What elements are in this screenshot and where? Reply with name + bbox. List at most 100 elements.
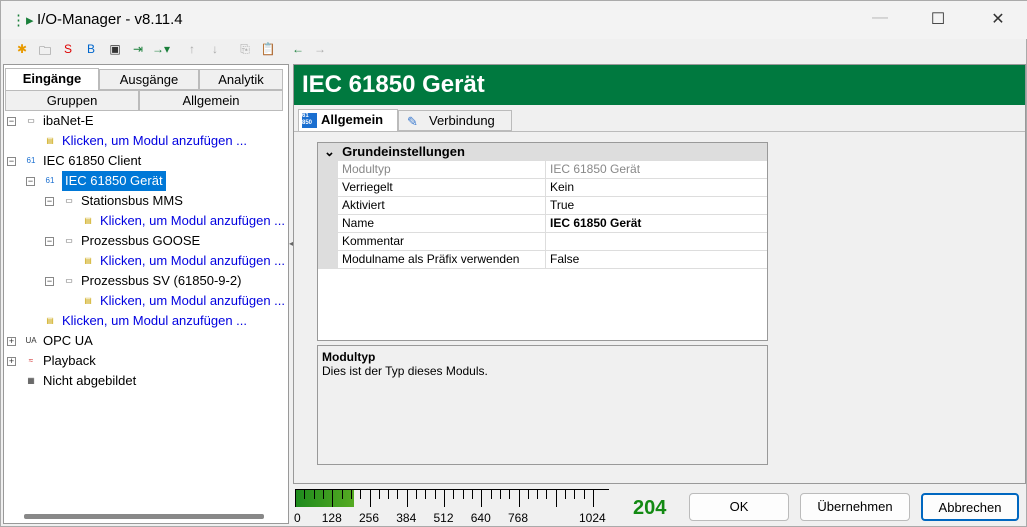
tab-allgemein-detail[interactable]: 61 850 Allgemein — [298, 109, 398, 131]
tree-item[interactable]: ▤ Klicken, um Modul anzufügen ... — [4, 211, 288, 231]
tree-item-label: IEC 61850 Client — [43, 153, 142, 168]
collapse-icon[interactable]: − — [7, 117, 16, 126]
cancel-button[interactable]: Abbrechen — [921, 493, 1019, 521]
meter-tick-label: 1024 — [579, 511, 606, 525]
meter-tick — [378, 489, 380, 499]
add-module-link[interactable]: Klicken, um Modul anzufügen ... — [62, 311, 247, 331]
open-b-icon[interactable]: B — [82, 42, 100, 60]
tree-item[interactable]: − ▭ Prozessbus SV (61850-9-2) — [4, 271, 288, 291]
app-icon: ⋮▸ — [11, 12, 34, 29]
meter-tick-label: 640 — [470, 511, 491, 525]
page-title: IEC 61850 Gerät — [294, 65, 1025, 105]
ok-button[interactable]: OK — [689, 493, 789, 521]
tab-verbindung[interactable]: ✎ Verbindung — [398, 110, 512, 131]
meter-tick — [546, 489, 548, 499]
property-name: Name — [342, 216, 375, 230]
close-button[interactable]: ✕ — [983, 9, 1013, 31]
maximize-button[interactable]: ☐ — [923, 9, 953, 31]
collapse-icon[interactable]: ⌄ — [324, 144, 335, 159]
splitter-handle[interactable]: ◂ — [289, 239, 293, 248]
network-icon: ▭ — [27, 116, 35, 125]
tab-gruppen[interactable]: Gruppen — [5, 90, 139, 111]
paste-icon[interactable]: 📋 — [259, 42, 277, 60]
meter-tick — [388, 489, 390, 499]
network-icon: ▭ — [65, 236, 73, 245]
meter-tick — [453, 489, 455, 499]
tree-item[interactable]: − 61 IEC 61850 Gerät — [4, 171, 288, 191]
tab-eingaenge[interactable]: Eingänge — [5, 68, 99, 90]
import-icon[interactable]: ⇥ — [129, 42, 147, 60]
tree-item-label: OPC UA — [43, 333, 93, 348]
minimize-button[interactable]: — — [865, 9, 895, 31]
move-up-icon[interactable]: ↑ — [183, 42, 201, 60]
apply-button[interactable]: Übernehmen — [800, 493, 910, 521]
property-value[interactable]: IEC 61850 Gerät — [545, 161, 767, 178]
tree-item-label: ibaNet-E — [43, 113, 94, 128]
add-module-icon: ▤ — [84, 216, 92, 225]
horizontal-scrollbar[interactable] — [24, 514, 264, 519]
property-row[interactable]: Modultyp IEC 61850 Gerät — [338, 161, 767, 179]
expand-icon[interactable]: + — [7, 357, 16, 366]
property-value[interactable]: Kein — [545, 179, 767, 196]
add-module-link[interactable]: Klicken, um Modul anzufügen ... — [100, 251, 285, 271]
tree-item[interactable]: ▤ Klicken, um Modul anzufügen ... — [4, 291, 288, 311]
meter-tick — [360, 489, 362, 499]
expand-icon[interactable]: + — [7, 337, 16, 346]
opcua-icon: UA — [25, 336, 37, 345]
category-header[interactable]: ⌄ Grundeinstellungen — [318, 143, 767, 161]
add-module-link[interactable]: Klicken, um Modul anzufügen ... — [62, 131, 247, 151]
tree-item[interactable]: ▦ Nicht abgebildet — [4, 371, 288, 391]
add-module-link[interactable]: Klicken, um Modul anzufügen ... — [100, 291, 285, 311]
tree-item[interactable]: + UA OPC UA — [4, 331, 288, 351]
back-icon[interactable]: ← — [289, 42, 307, 60]
tree-item[interactable]: − ▭ Prozessbus GOOSE — [4, 231, 288, 251]
network-icon: ▭ — [65, 196, 73, 205]
property-row[interactable]: Aktiviert True — [338, 197, 767, 215]
meter-value: 204 — [633, 497, 667, 519]
meter-tick-label: 0 — [294, 511, 301, 525]
tree-item-label: Stationsbus MMS — [81, 193, 183, 208]
tree-item[interactable]: − ▭ Stationsbus MMS — [4, 191, 288, 211]
tree-item[interactable]: ▤ Klicken, um Modul anzufügen ... — [4, 311, 288, 331]
meter-tick — [527, 489, 529, 499]
property-name: Modultyp — [342, 162, 391, 176]
forward-icon[interactable]: → — [311, 42, 329, 60]
copy-icon[interactable]: ⎘ — [236, 42, 254, 60]
meter-tick — [499, 489, 501, 499]
property-value[interactable] — [545, 233, 767, 250]
property-name: Modulname als Präfix verwenden — [342, 252, 520, 266]
tree-item[interactable]: ▤ Klicken, um Modul anzufügen ... — [4, 251, 288, 271]
meter-tick-label: 384 — [396, 511, 417, 525]
collapse-icon[interactable]: − — [7, 157, 16, 166]
collapse-icon[interactable]: − — [45, 277, 54, 286]
save-icon[interactable]: ▣ — [106, 42, 124, 60]
open-s-icon[interactable]: S — [59, 42, 77, 60]
tab-analytik[interactable]: Analytik — [199, 69, 283, 90]
property-row[interactable]: Name IEC 61850 Gerät — [338, 215, 767, 233]
tab-ausgaenge[interactable]: Ausgänge — [99, 69, 199, 90]
collapse-icon[interactable]: − — [45, 197, 54, 206]
meter-tick — [471, 489, 473, 499]
property-value[interactable]: False — [545, 251, 767, 268]
property-value[interactable]: True — [545, 197, 767, 214]
meter-tick — [350, 489, 352, 499]
add-module-link[interactable]: Klicken, um Modul anzufügen ... — [100, 211, 285, 231]
property-row[interactable]: Modulname als Präfix verwenden False — [338, 251, 767, 269]
collapse-icon[interactable]: − — [26, 177, 35, 186]
new-icon[interactable]: ✱ — [13, 42, 31, 60]
meter-tick — [555, 489, 557, 507]
property-value[interactable]: IEC 61850 Gerät — [545, 215, 767, 232]
tree-item[interactable]: + ≈ Playback — [4, 351, 288, 371]
toolbar: ✱ 🗀 S B ▣ ⇥ →▾ ↑ ↓ ⎘ 📋 ← → — [1, 39, 1027, 63]
export-icon[interactable]: →▾ — [152, 42, 170, 60]
property-row[interactable]: Verriegelt Kein — [338, 179, 767, 197]
tree-item[interactable]: − 61 IEC 61850 Client — [4, 151, 288, 171]
tree-item[interactable]: − ▭ ibaNet-E — [4, 111, 288, 131]
tree-item[interactable]: ▤ Klicken, um Modul anzufügen ... — [4, 131, 288, 151]
collapse-icon[interactable]: − — [45, 237, 54, 246]
tab-allgemein[interactable]: Allgemein — [139, 90, 283, 111]
meter-tick — [537, 489, 539, 499]
open-icon[interactable]: 🗀 — [36, 42, 54, 60]
property-row[interactable]: Kommentar — [338, 233, 767, 251]
move-down-icon[interactable]: ↓ — [206, 42, 224, 60]
